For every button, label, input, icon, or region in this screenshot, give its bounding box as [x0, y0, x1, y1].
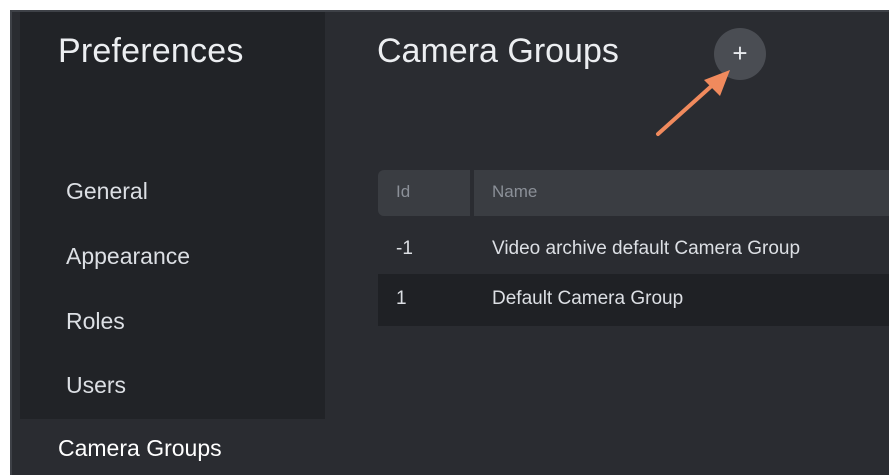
row-id: -1	[396, 238, 413, 259]
row-name: Default Camera Group	[492, 288, 684, 309]
row-id: 1	[396, 288, 407, 309]
row-name: Video archive default Camera Group	[492, 238, 801, 259]
sidebar-item-appearance[interactable]: Appearance	[66, 243, 190, 270]
sidebar-item-roles[interactable]: Roles	[66, 308, 125, 335]
column-header-name[interactable]: Name	[474, 170, 889, 216]
sidebar: Preferences General Appearance Roles Use…	[20, 12, 325, 419]
camera-groups-table: Id Name -1 Video archive default Camera …	[378, 170, 889, 326]
table-row[interactable]: -1 Video archive default Camera Group	[378, 222, 889, 274]
sidebar-item-camera-groups[interactable]: Camera Groups	[58, 435, 222, 462]
preferences-window: Preferences General Appearance Roles Use…	[10, 10, 889, 475]
page-title: Camera Groups	[377, 32, 619, 70]
column-header-id-label: Id	[396, 182, 411, 201]
sidebar-item-general[interactable]: General	[66, 178, 148, 205]
column-header-id[interactable]: Id	[378, 170, 470, 216]
column-header-name-label: Name	[492, 182, 538, 201]
table-row[interactable]: 1 Default Camera Group	[378, 274, 889, 326]
screenshot-frame: Preferences General Appearance Roles Use…	[0, 0, 889, 475]
sidebar-title: Preferences	[58, 32, 244, 70]
sidebar-item-users[interactable]: Users	[66, 372, 126, 399]
sidebar-selected-highlight: Camera Groups	[20, 419, 325, 475]
annotation-arrow-icon	[656, 70, 730, 136]
table-header: Id Name	[378, 170, 889, 216]
